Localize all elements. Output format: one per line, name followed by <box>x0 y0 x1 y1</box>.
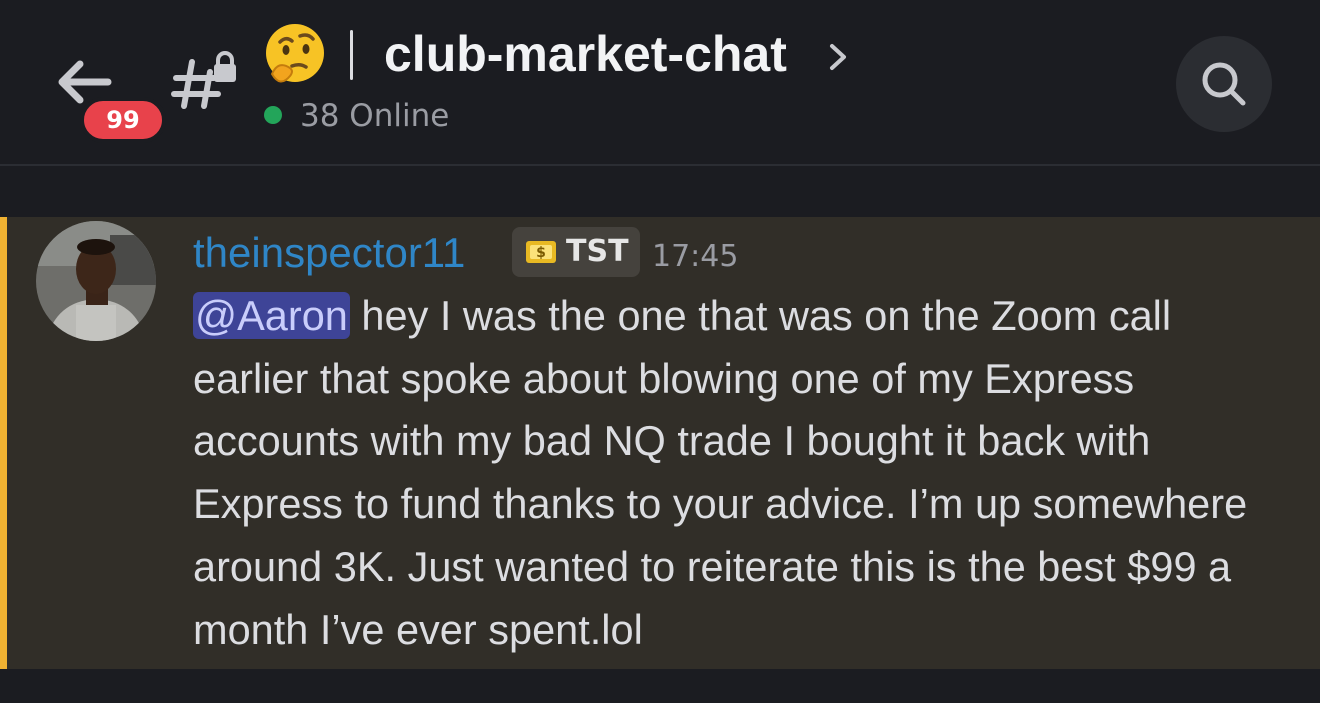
user-mention[interactable]: @Aaron <box>193 292 350 339</box>
message-content: @Aaron hey I was the one that was on the… <box>193 285 1293 661</box>
online-status-dot <box>264 106 282 124</box>
header-separator <box>350 30 353 80</box>
locked-channel-icon <box>170 48 242 112</box>
mention-highlight-stripe <box>0 217 7 669</box>
message-timestamp: 17:45 <box>652 239 739 274</box>
money-bag-icon: $ <box>526 241 556 263</box>
online-count: 38 Online <box>300 98 450 134</box>
role-tag[interactable]: $ TST <box>512 227 640 277</box>
chevron-right-icon[interactable] <box>826 40 852 74</box>
svg-text:$: $ <box>536 245 546 261</box>
channel-header: 99 club-market-chat 38 Online <box>0 0 1320 166</box>
role-tag-label: TST <box>566 234 629 269</box>
thinking-face-icon <box>262 22 328 88</box>
chat-message[interactable]: theinspector11 $ TST 17:45 @Aaron hey I … <box>0 217 1320 669</box>
message-author[interactable]: theinspector11 <box>193 227 465 279</box>
message-text: hey I was the one that was on the Zoom c… <box>193 292 1248 653</box>
channel-name[interactable]: club-market-chat <box>384 22 787 86</box>
avatar[interactable] <box>36 221 156 341</box>
search-button[interactable] <box>1176 36 1272 132</box>
search-icon <box>1202 62 1246 106</box>
unread-badge: 99 <box>80 97 166 143</box>
